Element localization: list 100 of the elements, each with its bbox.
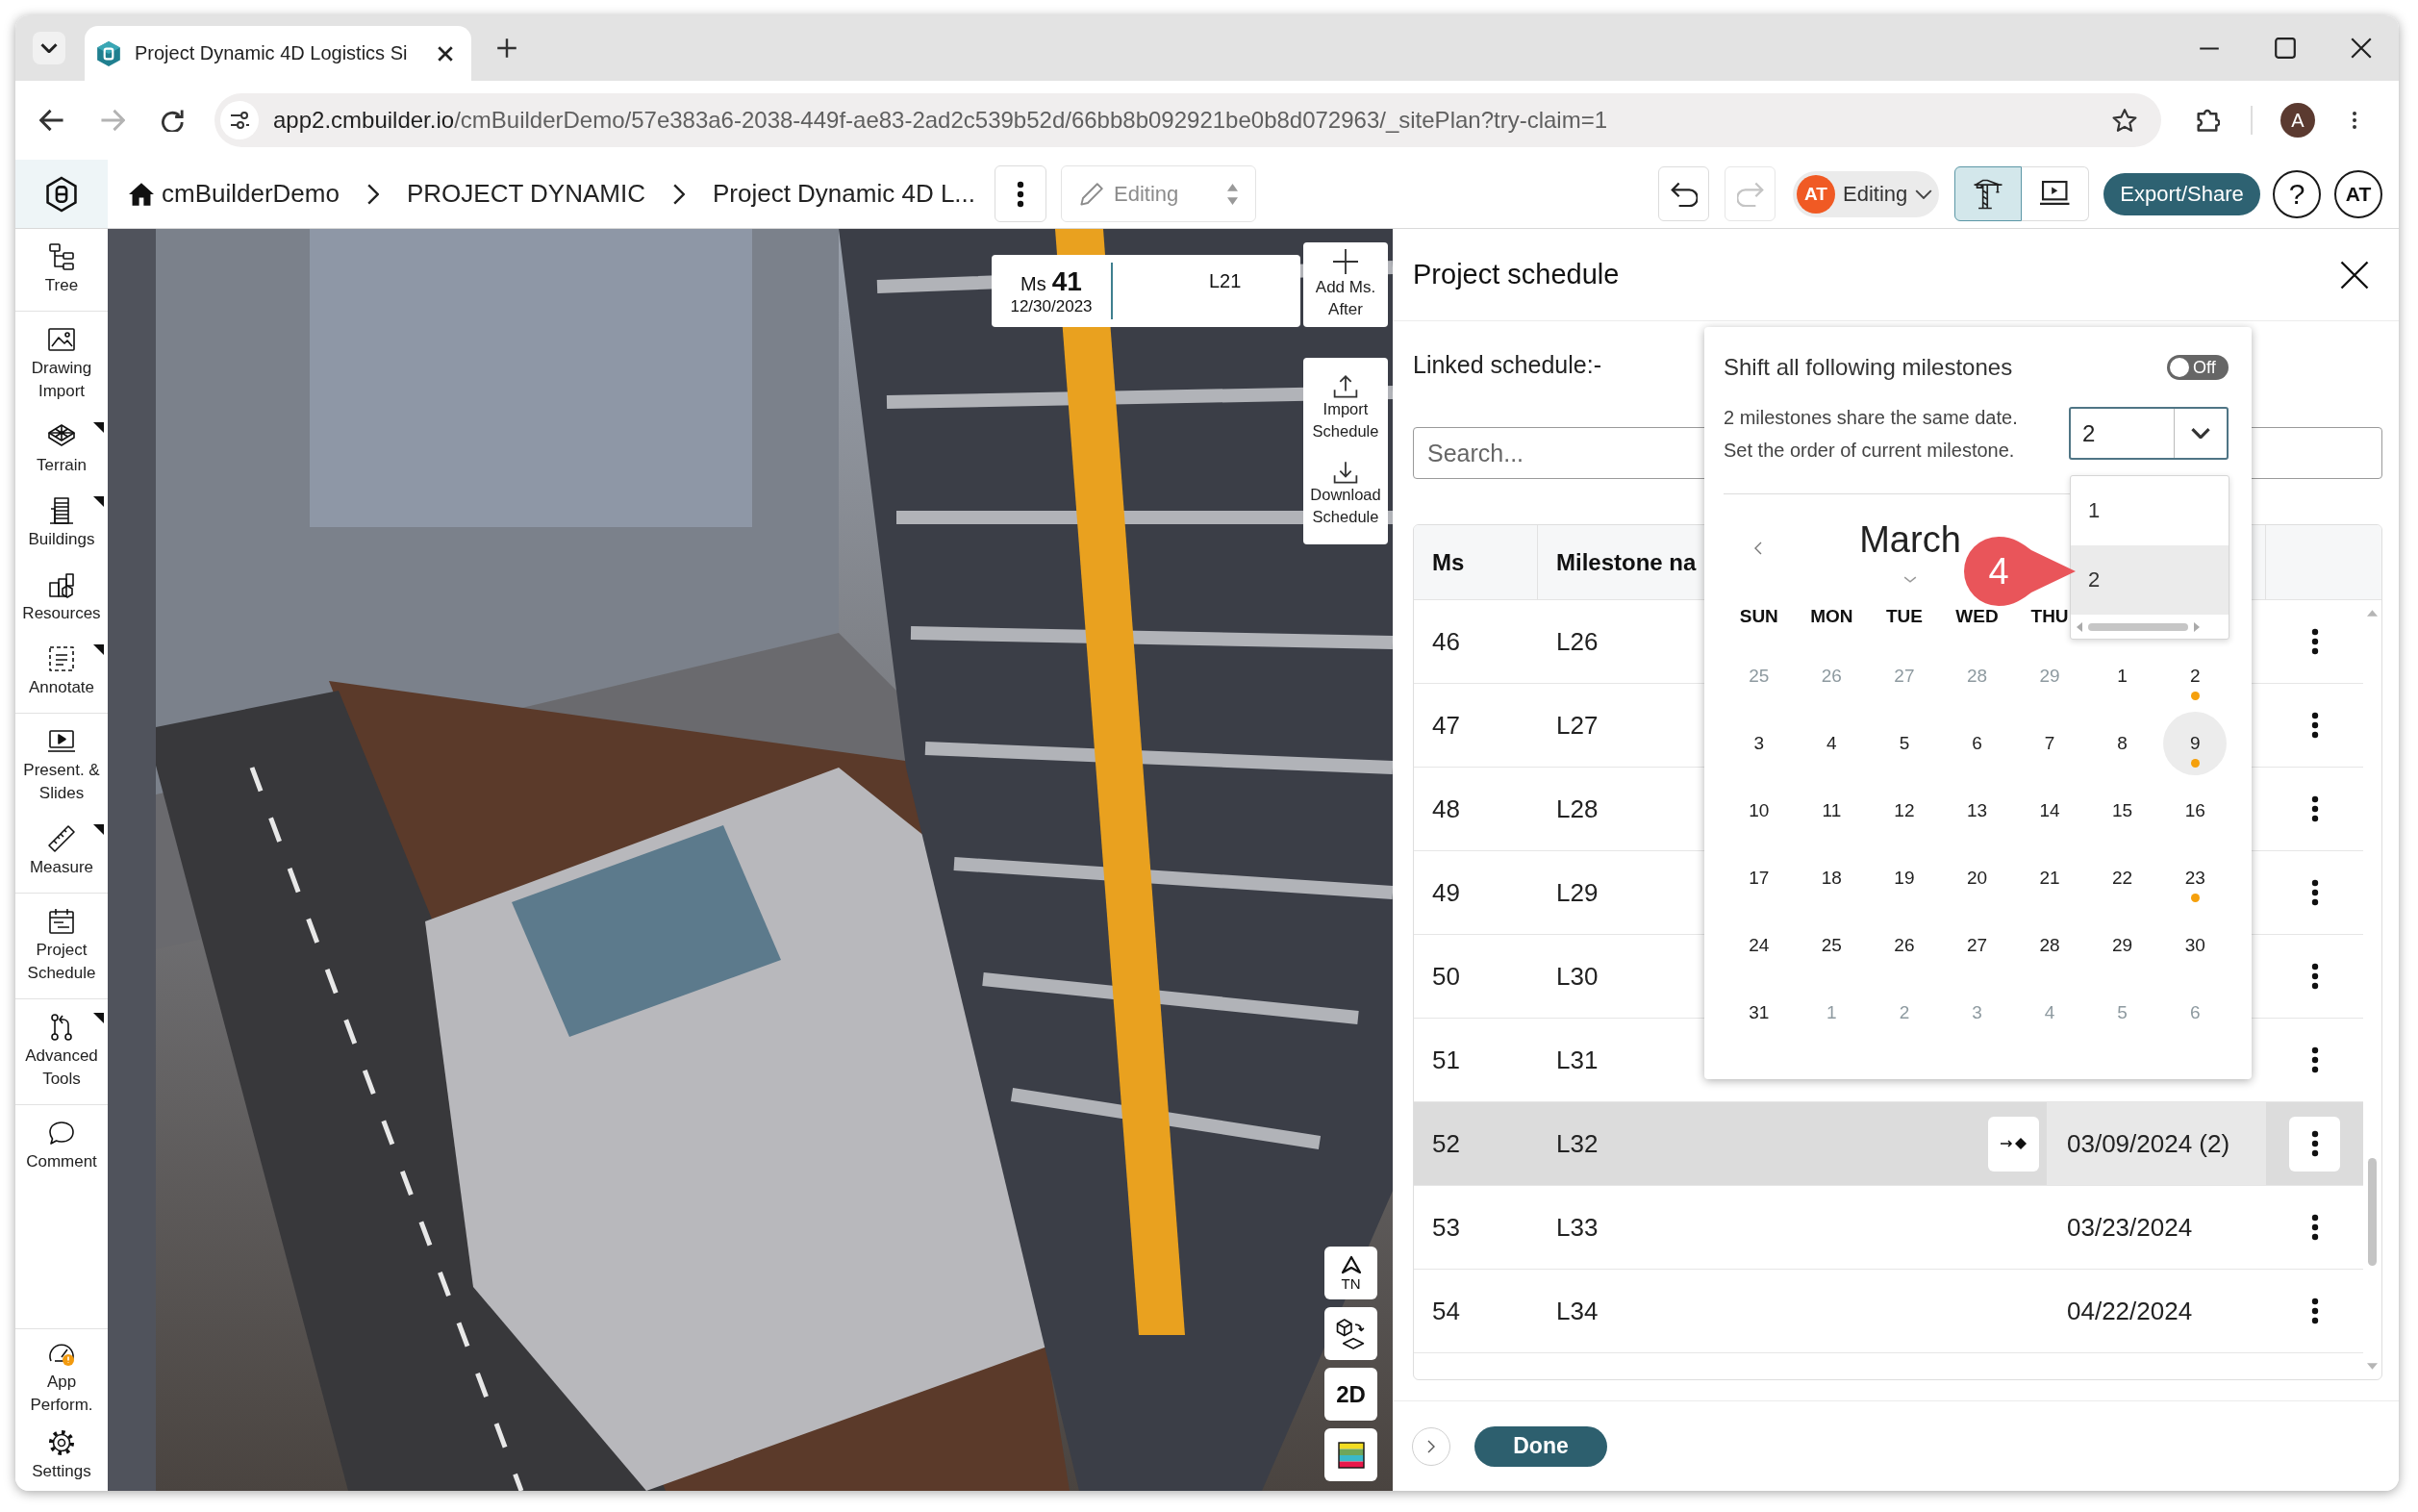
maximize-icon[interactable] [2275, 38, 2296, 59]
month-label[interactable]: March [1859, 518, 1961, 561]
milestone-card[interactable]: Ms 41 12/30/2023 L21 [992, 255, 1300, 327]
undo-button[interactable] [1658, 166, 1709, 221]
calendar-day[interactable]: 10 [1726, 779, 1791, 843]
presence-dropdown[interactable]: AT Editing [1793, 170, 1939, 217]
calendar-day[interactable]: 6 [1945, 712, 2009, 775]
jump-to-milestone-button[interactable] [1988, 1116, 2039, 1172]
calendar-day[interactable]: 20 [1945, 846, 2009, 910]
logo-tile[interactable] [15, 160, 108, 228]
add-milestone-button[interactable]: Add Ms. After [1303, 242, 1388, 327]
order-option[interactable]: 2 [2071, 545, 2229, 615]
user-avatar-button[interactable]: AT [2334, 169, 2382, 218]
close-icon[interactable] [2351, 38, 2372, 59]
breadcrumb-link[interactable]: PROJECT DYNAMIC [406, 179, 645, 209]
view-mode-button[interactable] [1954, 166, 2022, 221]
close-icon[interactable] [437, 44, 454, 63]
profile-avatar[interactable]: A [2280, 103, 2315, 138]
calendar-day[interactable]: 19 [1872, 846, 1936, 910]
sidebar-item[interactable]: Project Schedule [15, 897, 108, 995]
table-row[interactable]: 52 L32 03/09/2024 (2) [1414, 1102, 2363, 1186]
table-row[interactable]: 53 L33 03/23/2024 [1414, 1186, 2363, 1270]
sidebar-item[interactable]: Tree [15, 233, 108, 307]
tab-list-button[interactable] [33, 32, 65, 64]
calendar-day[interactable]: 13 [1945, 779, 2009, 843]
calendar-day[interactable]: 18 [1800, 846, 1864, 910]
help-button[interactable]: ? [2273, 169, 2321, 218]
calendar-day[interactable]: 27 [1945, 914, 2009, 977]
more-vertical-icon[interactable] [2352, 111, 2357, 130]
done-button[interactable]: Done [1474, 1425, 1607, 1467]
plus-icon[interactable] [496, 38, 517, 59]
sidebar-item[interactable]: Present. & Slides [15, 718, 108, 815]
calendar-day[interactable]: 14 [2018, 779, 2082, 843]
table-cell: 47 [1432, 710, 1460, 741]
panel-title: Project schedule [1413, 259, 1620, 290]
calendar-day[interactable]: 12 [1872, 779, 1936, 843]
site-settings-icon[interactable] [220, 101, 259, 139]
scrollbar-thumb[interactable] [2088, 622, 2188, 631]
user-avatar: AT [1797, 174, 1835, 214]
row-menu-button[interactable] [2289, 1116, 2340, 1172]
chevron-down-icon[interactable] [1903, 576, 1917, 583]
browser-tab[interactable]: Project Dynamic 4D Logistics Si [85, 26, 471, 81]
more-vertical-icon [2310, 628, 2319, 655]
export-share-button[interactable]: Export/Share [2103, 172, 2260, 215]
calendar-day[interactable]: 30 [2163, 914, 2228, 977]
sidebar-item[interactable]: Drawing Import [15, 315, 108, 413]
calendar-day[interactable]: 23 [2163, 846, 2228, 910]
puzzle-icon[interactable] [2195, 109, 2220, 132]
breadcrumb-link[interactable]: Project Dynamic 4D L... [712, 179, 976, 209]
calendar-day[interactable]: 4 [1800, 712, 1864, 775]
download-button[interactable]: Download Schedule [1303, 460, 1388, 528]
table-row[interactable]: 54 L34 04/22/2024 [1414, 1270, 2363, 1353]
order-select[interactable]: 2 [2069, 407, 2229, 460]
step-marker: 4 [1964, 537, 2078, 606]
calendar-day[interactable]: 5 [1872, 712, 1936, 775]
calendar-day[interactable]: 25 [1800, 914, 1864, 977]
calendar-day[interactable]: 8 [2090, 712, 2154, 775]
calendar-day[interactable]: 22 [2090, 846, 2154, 910]
north-button[interactable]: TN [1324, 1247, 1377, 1299]
sidebar-item[interactable]: Comment [15, 1109, 108, 1183]
calendar-day[interactable]: 15 [2090, 779, 2154, 843]
close-icon[interactable] [2340, 260, 2369, 290]
sidebar-item[interactable]: Settings [15, 1423, 108, 1489]
calendar-day[interactable]: 11 [1800, 779, 1864, 843]
back-arrow-icon[interactable] [39, 109, 64, 132]
calendar-day[interactable]: 3 [1726, 712, 1791, 775]
more-button[interactable] [995, 165, 1047, 222]
import-button[interactable]: Import Schedule [1303, 374, 1388, 442]
calendar-day[interactable]: 31 [1726, 981, 1791, 1045]
breadcrumb-link[interactable]: cmBuilderDemo [129, 179, 340, 209]
linked-schedule-label: Linked schedule:- [1413, 350, 1601, 379]
undo-icon [1670, 181, 1698, 207]
sidebar-item[interactable]: App Perform. [15, 1333, 108, 1423]
minimize-icon[interactable] [2199, 46, 2220, 50]
calendar-day[interactable]: 21 [2018, 846, 2082, 910]
calendar-day[interactable]: 1 [2090, 644, 2154, 708]
calendar-day[interactable]: 2 [2163, 644, 2228, 708]
address-bar[interactable]: app2.cmbuilder.io/cmBuilderDemo/57e383a6-2038-449f-ae83-2ad2c539b52d/66bb8b092921be0b8d072963/_sitePlan?try-claim=1 [214, 93, 2161, 147]
calendar-day[interactable]: 7 [2018, 712, 2082, 775]
calendar-day[interactable]: 29 [2090, 914, 2154, 977]
construction-site-drawing[interactable] [108, 229, 1393, 1491]
sidebar-item[interactable]: Resources [15, 561, 108, 635]
toggle-switch[interactable]: Off [2167, 355, 2229, 380]
view-switch-button[interactable] [1324, 1307, 1377, 1360]
url-text[interactable]: app2.cmbuilder.io/cmBuilderDemo/57e383a6-2038-449f-ae83-2ad2c539b52d/66bb8b092921be0b8d072963/_sitePlan?try-claim=1 [273, 107, 1608, 134]
2d-view-button[interactable]: 2D [1324, 1368, 1377, 1421]
calendar-day[interactable]: 24 [1726, 914, 1791, 977]
info-text: 2 milestones share the same date. [1724, 406, 2018, 430]
calendar-day[interactable]: 16 [2163, 779, 2228, 843]
chevron-left-icon[interactable] [1754, 542, 1762, 555]
calendar-day[interactable]: 26 [1872, 914, 1936, 977]
scrollbar-thumb[interactable] [2368, 1158, 2377, 1266]
table-cell: 03/09/2024 (2) [2067, 1128, 2230, 1159]
calendar-day[interactable]: 9 [2163, 712, 2228, 775]
up-down-arrows-icon [1227, 183, 1239, 205]
layers-button[interactable] [1324, 1428, 1377, 1481]
calendar-day[interactable]: 28 [2018, 914, 2082, 977]
calendar-day[interactable]: 17 [1726, 846, 1791, 910]
star-icon[interactable] [2112, 109, 2137, 132]
reload-icon[interactable] [161, 109, 186, 132]
